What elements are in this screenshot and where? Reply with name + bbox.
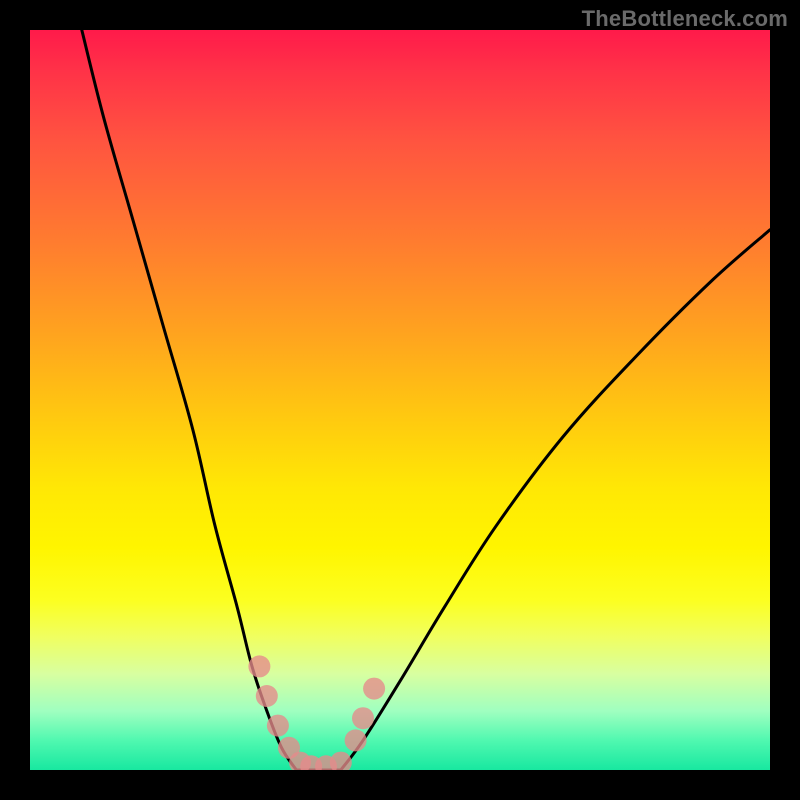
marker-beads-2 [267, 715, 289, 737]
marker-beads-7 [330, 752, 352, 770]
marker-beads-1 [256, 685, 278, 707]
chart-svg [30, 30, 770, 770]
curve-layer [82, 30, 770, 770]
marker-beads-10 [363, 678, 385, 700]
plot-area [30, 30, 770, 770]
marker-beads-9 [352, 707, 374, 729]
watermark-text: TheBottleneck.com [582, 6, 788, 32]
series-right-curve [341, 230, 770, 770]
marker-beads-8 [345, 729, 367, 751]
chart-container: TheBottleneck.com [0, 0, 800, 800]
marker-beads-0 [248, 655, 270, 677]
